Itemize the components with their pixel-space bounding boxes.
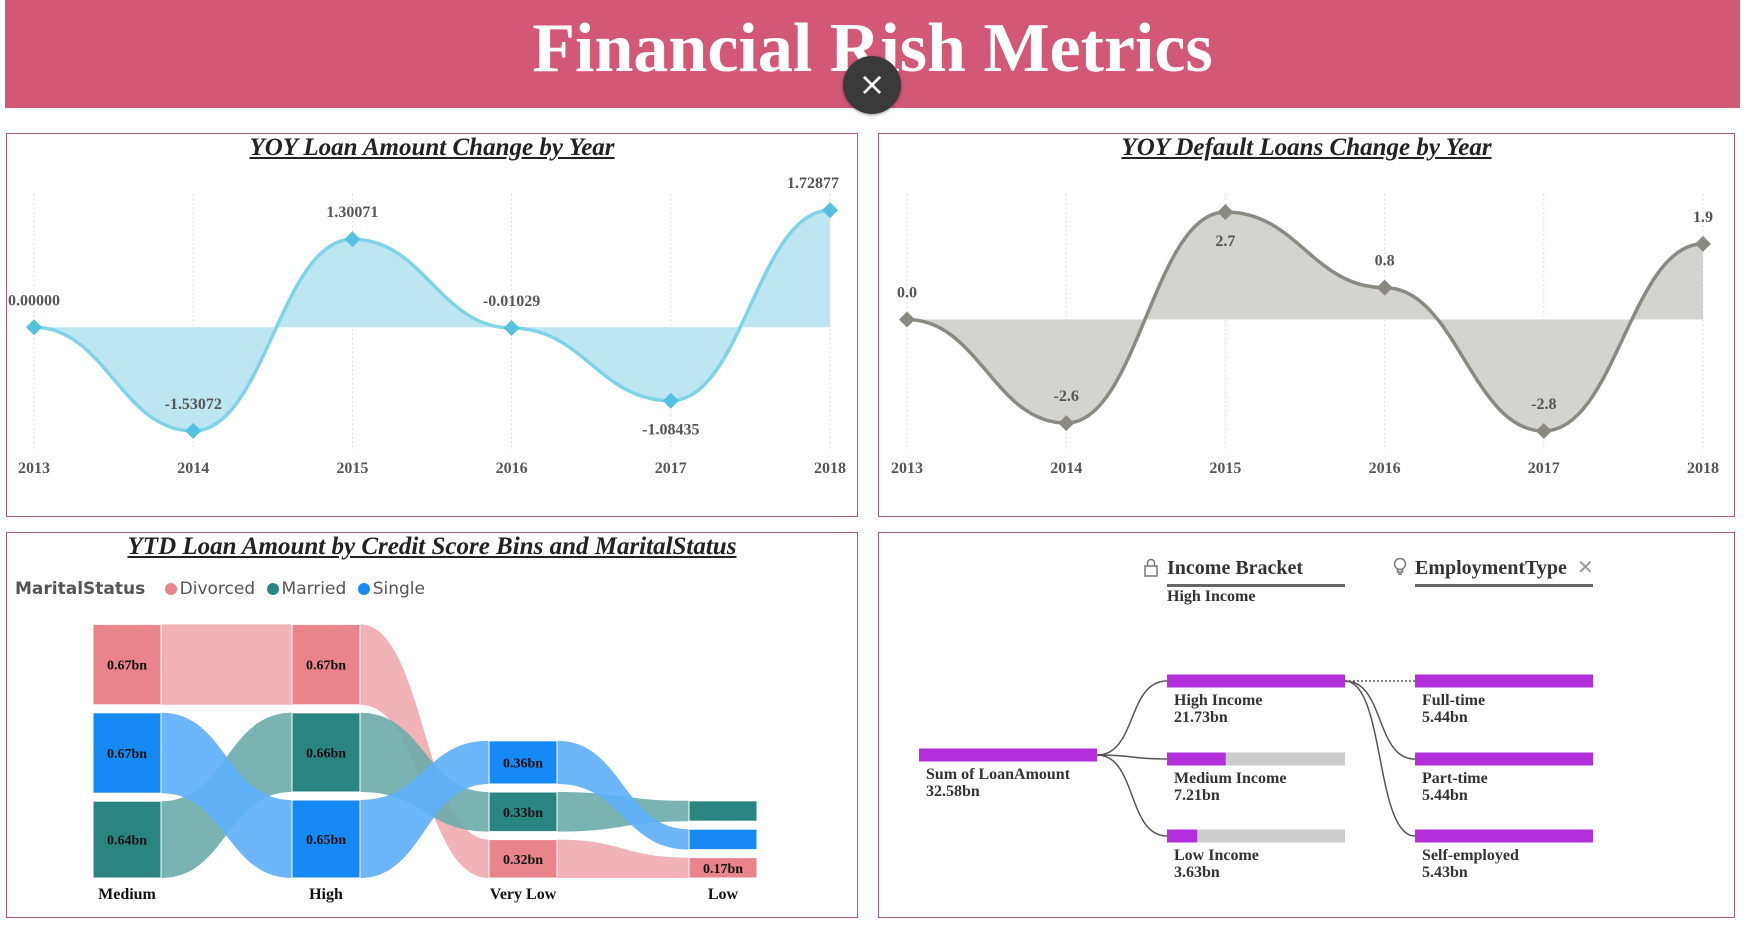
- employment-value: 5.43bn: [1422, 864, 1468, 881]
- income-value: 21.73bn: [1174, 709, 1228, 726]
- connector: [1344, 680, 1416, 760]
- data-point[interactable]: [503, 319, 520, 336]
- connector: [1344, 680, 1416, 837]
- x-category-label: High: [309, 886, 343, 903]
- data-label: 2.7: [1215, 233, 1235, 250]
- income-label: Medium Income: [1174, 770, 1286, 787]
- decomposition-tree-panel[interactable]: Income Bracket High Income EmploymentTyp…: [878, 532, 1735, 918]
- x-tick-label: 2013: [18, 460, 50, 477]
- data-point[interactable]: [26, 319, 42, 336]
- ribbon-segment-single[interactable]: [688, 828, 758, 851]
- x-tick-label: 2015: [336, 460, 368, 477]
- employment-value: 5.44bn: [1422, 787, 1468, 804]
- loan-change-chart: 0.00000 2013 -1.53072 2014 1.30071 2015 -0.010…: [8, 175, 846, 477]
- loan-change-panel[interactable]: YOY Loan Amount Change by Year 0.00000 20…: [6, 133, 858, 517]
- root-label: Sum of LoanAmount: [926, 766, 1071, 783]
- x-category-label: Low: [708, 886, 739, 903]
- income-bar[interactable]: [1167, 674, 1345, 688]
- default-change-panel[interactable]: YOY Default Loans Change by Year 0.0 2013…: [878, 133, 1735, 517]
- data-label: -1.53072: [165, 396, 222, 413]
- employment-label: Full-time: [1422, 692, 1485, 709]
- employment-label: Self-employed: [1422, 847, 1519, 864]
- employment-value: 5.44bn: [1422, 709, 1468, 726]
- income-label: High Income: [1174, 692, 1262, 709]
- segment-label: 0.65bn: [306, 833, 346, 848]
- data-label: 1.9: [1693, 209, 1713, 226]
- segment-label: 0.64bn: [107, 834, 147, 849]
- close-button[interactable]: ×: [843, 56, 901, 114]
- ribbon-segment-married[interactable]: [688, 800, 758, 822]
- area-fill: [907, 211, 1703, 432]
- x-category-label: Medium: [98, 886, 156, 903]
- root-bar[interactable]: [919, 748, 1097, 762]
- connector: [1096, 680, 1168, 756]
- data-label: 1.72877: [787, 175, 839, 192]
- root-value: 32.58bn: [926, 783, 980, 800]
- data-label: -1.08435: [642, 422, 699, 439]
- ribbon-chart: 0.64bn 0.67bn 0.67bn Medium 0.65bn 0.66bn 0.67…: [92, 623, 758, 903]
- employment-label: Part-time: [1422, 770, 1488, 787]
- ribbon-flow-divorced[interactable]: [161, 624, 292, 705]
- income-bar[interactable]: [1167, 752, 1226, 766]
- connector: [1096, 754, 1168, 837]
- x-tick-label: 2016: [1369, 460, 1401, 477]
- segment-label: 0.33bn: [503, 806, 543, 821]
- data-label: -2.6: [1054, 388, 1079, 405]
- data-label: 0.00000: [8, 292, 60, 309]
- data-label: -0.01029: [483, 293, 540, 310]
- segment-label: 0.17bn: [703, 862, 743, 877]
- ribbon-panel[interactable]: YTD Loan Amount by Credit Score Bins and…: [6, 532, 858, 918]
- x-tick-label: 2013: [891, 460, 923, 477]
- decomposition-tree: Sum of LoanAmount32.58bn High Income21.73…: [919, 674, 1593, 881]
- employment-bar[interactable]: [1415, 674, 1593, 688]
- income-bar[interactable]: [1167, 829, 1198, 843]
- x-tick-label: 2018: [1687, 460, 1719, 477]
- income-value: 3.63bn: [1174, 864, 1220, 881]
- segment-label: 0.66bn: [306, 746, 346, 761]
- income-value: 7.21bn: [1174, 787, 1220, 804]
- segment-label: 0.67bn: [107, 747, 147, 762]
- segment-label: 0.67bn: [107, 659, 147, 674]
- data-label: 0.0: [897, 285, 917, 302]
- employment-bar[interactable]: [1415, 752, 1593, 766]
- x-tick-label: 2016: [496, 460, 528, 477]
- area-fill: [34, 210, 830, 431]
- employment-bar[interactable]: [1415, 829, 1593, 843]
- x-tick-label: 2014: [1050, 460, 1082, 477]
- segment-label: 0.67bn: [306, 659, 346, 674]
- x-tick-label: 2017: [1528, 460, 1560, 477]
- data-label: -2.8: [1531, 396, 1556, 413]
- x-tick-label: 2018: [814, 460, 846, 477]
- data-label: 0.8: [1375, 253, 1395, 270]
- x-category-label: Very Low: [490, 886, 557, 903]
- segment-label: 0.36bn: [503, 756, 543, 771]
- x-tick-label: 2015: [1209, 460, 1241, 477]
- close-icon: ×: [858, 65, 886, 103]
- default-change-chart: 0.0 2013 -2.6 2014 2.7 2015 0.8 2016 -2.8 2017 1.9…: [891, 194, 1719, 477]
- data-label: 1.30071: [326, 204, 378, 221]
- data-point[interactable]: [899, 311, 915, 328]
- x-tick-label: 2014: [177, 460, 209, 477]
- income-label: Low Income: [1174, 847, 1259, 864]
- x-tick-label: 2017: [655, 460, 687, 477]
- segment-label: 0.32bn: [503, 853, 543, 868]
